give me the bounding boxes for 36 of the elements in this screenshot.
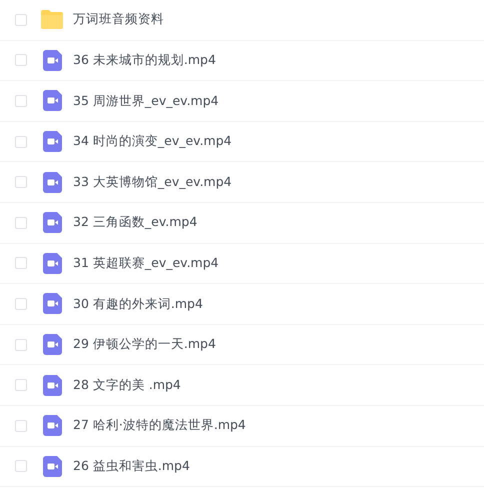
file-name[interactable]: 30 有趣的外来词.mp4 (73, 294, 203, 314)
file-name[interactable]: 35 周游世界_ev_ev.mp4 (73, 92, 219, 110)
video-file-icon (42, 131, 62, 152)
file-name[interactable]: 27 哈利·波特的魔法世界.mp4 (73, 416, 246, 436)
file-name[interactable]: 29 伊顿公学的一天.mp4 (73, 335, 216, 354)
file-name[interactable]: 26 益虫和害虫.mp4 (73, 456, 190, 476)
video-file-icon (42, 50, 62, 71)
checkbox[interactable] (15, 460, 27, 472)
file-name[interactable]: 万词班音频资料 (73, 10, 164, 30)
file-name[interactable]: 36 未来城市的规划.mp4 (73, 51, 216, 70)
file-name[interactable]: 28 文字的美 .mp4 (73, 376, 181, 395)
checkbox[interactable] (15, 14, 27, 26)
checkbox[interactable] (15, 94, 27, 107)
video-file-icon (42, 334, 62, 356)
video-file-icon (42, 90, 62, 112)
file-name[interactable]: 33 大英博物馆_ev_ev.mp4 (73, 172, 232, 192)
video-file-icon (42, 172, 62, 193)
file-name[interactable]: 31 英超联赛_ev_ev.mp4 (73, 254, 219, 273)
checkbox[interactable] (15, 338, 27, 351)
folder-icon (41, 10, 63, 30)
checkbox[interactable] (15, 176, 27, 188)
video-file-icon (42, 415, 62, 436)
checkbox[interactable] (15, 379, 27, 392)
checkbox[interactable] (15, 136, 27, 148)
video-file-icon (42, 456, 62, 477)
video-file-icon (42, 293, 62, 314)
file-name[interactable]: 32 三角函数_ev.mp4 (73, 213, 198, 232)
video-file-icon (42, 374, 62, 396)
checkbox[interactable] (15, 54, 27, 66)
video-file-icon (42, 252, 62, 274)
file-name[interactable]: 34 时尚的演变_ev_ev.mp4 (73, 132, 232, 151)
checkbox[interactable] (15, 420, 27, 432)
checkbox[interactable] (15, 216, 27, 229)
video-file-icon (42, 212, 62, 234)
checkbox[interactable] (15, 257, 27, 270)
checkbox[interactable] (15, 298, 27, 310)
